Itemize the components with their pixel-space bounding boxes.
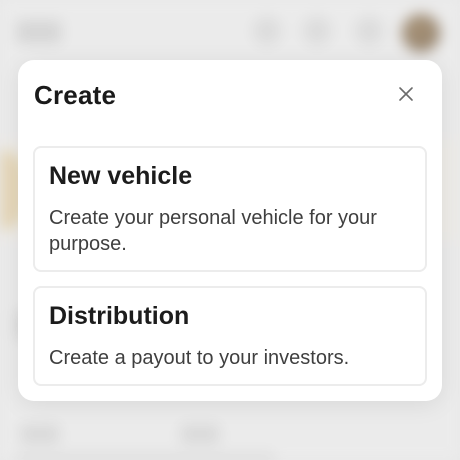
option-title: New vehicle xyxy=(49,162,193,190)
option-title: Distribution xyxy=(49,302,190,330)
new-vehicle-option[interactable]: New vehicle Create your personal vehicle… xyxy=(33,146,427,272)
modal-title: Create xyxy=(34,80,117,110)
option-description: Create a payout to your investors. xyxy=(49,347,350,369)
close-icon xyxy=(398,86,414,107)
option-description: Create your personal vehicle for your pu… xyxy=(49,207,377,255)
distribution-option[interactable]: Distribution Create a payout to your inv… xyxy=(33,286,427,386)
create-modal: Create New vehicle Create your personal … xyxy=(18,60,442,401)
close-button[interactable] xyxy=(392,82,420,110)
